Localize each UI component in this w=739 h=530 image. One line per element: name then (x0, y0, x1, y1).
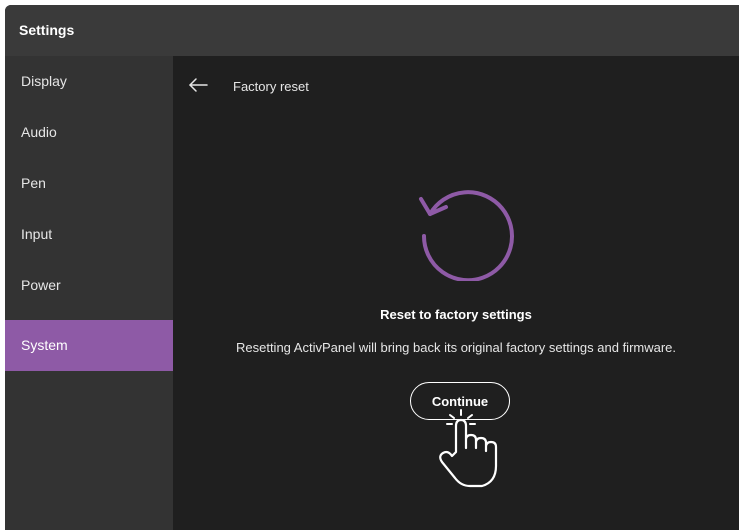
sidebar-item-pen[interactable]: Pen (5, 158, 173, 209)
sidebar-item-label: Power (21, 277, 61, 293)
page-title: Factory reset (233, 79, 309, 94)
sidebar-item-display[interactable]: Display (5, 56, 173, 107)
settings-window: Settings Display Audio Pen Input Power S… (5, 5, 739, 530)
main-content: Factory reset Reset to factory settings … (173, 56, 739, 530)
sidebar: Display Audio Pen Input Power System (5, 56, 173, 530)
reset-heading: Reset to factory settings (380, 307, 532, 322)
arrow-left-icon (189, 78, 208, 92)
hand-pointer-icon (439, 409, 498, 488)
window-title: Settings (19, 22, 75, 38)
sidebar-item-label: Audio (21, 124, 57, 140)
title-bar: Settings (5, 5, 739, 56)
sidebar-item-system[interactable]: System (5, 320, 173, 371)
sidebar-item-label: Input (21, 226, 53, 242)
reset-arrow-icon (419, 190, 514, 281)
sidebar-item-label: Display (21, 73, 67, 89)
sidebar-item-label: Pen (21, 175, 46, 191)
sidebar-item-power[interactable]: Power (5, 260, 173, 311)
reset-description: Resetting ActivPanel will bring back its… (235, 340, 677, 355)
sidebar-item-input[interactable]: Input (5, 209, 173, 260)
back-button[interactable] (187, 76, 209, 94)
sidebar-item-label: System (21, 337, 68, 353)
sidebar-item-audio[interactable]: Audio (5, 107, 173, 158)
